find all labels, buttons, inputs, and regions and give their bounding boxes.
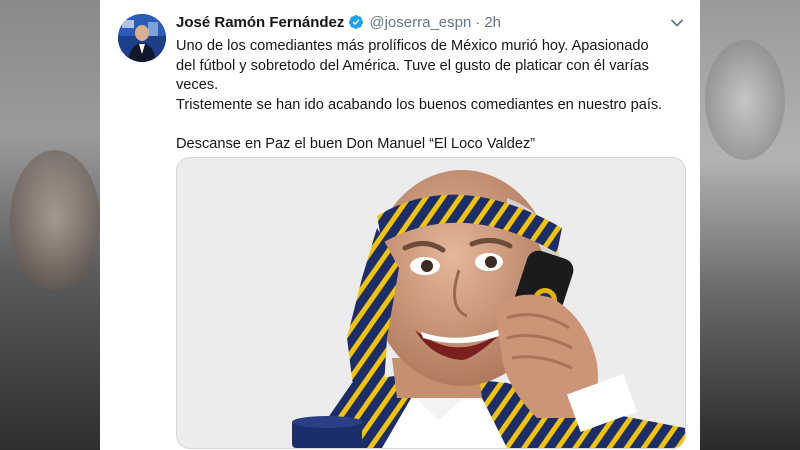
tweet-header: José Ramón Fernández @joserra_espn · 2h — [176, 12, 501, 32]
tweet-photo[interactable] — [176, 157, 686, 449]
tweet-text-line: Descanse en Paz el buen Don Manuel “El L… — [176, 135, 536, 152]
chevron-down-icon[interactable] — [670, 16, 684, 30]
avatar[interactable] — [118, 14, 166, 62]
background-blur — [10, 150, 100, 290]
separator-dot: · — [475, 13, 481, 31]
tweet-text-line: veces. — [176, 77, 219, 94]
tweet-text-line: Tristemente se han ido acabando los buen… — [176, 96, 663, 113]
tweet-card: José Ramón Fernández @joserra_espn · 2h … — [100, 0, 700, 450]
author-handle[interactable]: @joserra_espn — [369, 14, 471, 31]
verified-badge-icon — [348, 14, 364, 30]
tweet-timestamp[interactable]: 2h — [484, 14, 501, 31]
tweet-text-line: del fútbol y sobretodo del América. Tuve… — [176, 57, 649, 74]
author-name[interactable]: José Ramón Fernández — [176, 14, 344, 31]
background-blur — [705, 40, 785, 160]
tweet-text-line: Uno de los comediantes más prolíficos de… — [176, 38, 649, 54]
tweet-text: Uno de los comediantes más prolíficos de… — [176, 37, 686, 155]
